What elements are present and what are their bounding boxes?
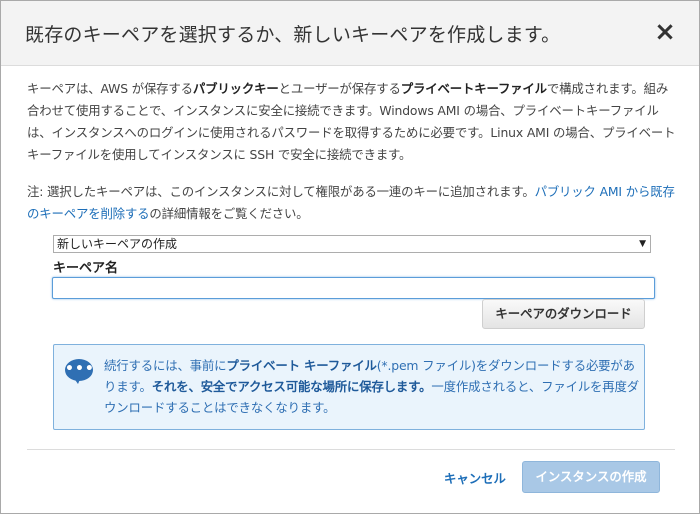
keypair-select-value: 新しいキーペアの作成 <box>57 237 178 251</box>
footer-divider <box>27 449 675 450</box>
description-text: キーペアは、AWS が保存するパブリックキーとユーザーが保存するプライベートキー… <box>27 78 679 166</box>
speech-bubble-dots: ••• <box>65 361 95 377</box>
description-segment: とユーザーが保存する <box>278 81 401 96</box>
key-pair-dialog: 既存のキーペアを選択するか、新しいキーペアを作成します。 × キーペアは、AWS… <box>0 0 700 514</box>
keypair-name-label: キーペア名 <box>53 261 119 276</box>
speech-bubble-icon: ••• <box>65 359 95 384</box>
keypair-select[interactable]: 新しいキーペアの作成 ▼ <box>53 235 651 253</box>
note-segment: の詳細情報をご覧ください。 <box>149 206 309 221</box>
dropdown-arrow-icon: ▼ <box>639 239 646 249</box>
info-emphasis: プライベート キーファイル <box>226 358 377 373</box>
description-segment: キーペアは、AWS が保存する <box>27 81 193 96</box>
info-box: ••• 続行するには、事前にプライベート キーファイル(*.pem ファイル)を… <box>53 344 645 430</box>
cancel-link[interactable]: キャンセル <box>444 469 506 487</box>
keypair-name-input[interactable] <box>52 277 655 299</box>
private-key-file-term: プライベートキーファイル <box>400 81 547 96</box>
launch-instance-button[interactable]: インスタンスの作成 <box>522 461 660 493</box>
public-key-term: パブリックキー <box>192 81 279 96</box>
info-segment: 続行するには、事前に <box>104 358 227 373</box>
info-text: 続行するには、事前にプライベート キーファイル(*.pem ファイル)をダウンロ… <box>104 355 642 418</box>
note-segment: 注: 選択したキーペアは、このインスタンスに対して権限がある一連のキーに追加され… <box>27 184 535 199</box>
note-text: 注: 選択したキーペアは、このインスタンスに対して権限がある一連のキーに追加され… <box>27 181 679 225</box>
info-emphasis: それを、安全でアクセス可能な場所に保存します。 <box>151 379 432 394</box>
close-icon[interactable]: × <box>653 19 677 45</box>
download-keypair-button[interactable]: キーペアのダウンロード <box>482 299 645 329</box>
dialog-title: 既存のキーペアを選択するか、新しいキーペアを作成します。 <box>25 24 561 46</box>
dialog-header: 既存のキーペアを選択するか、新しいキーペアを作成します。 × <box>1 1 699 66</box>
